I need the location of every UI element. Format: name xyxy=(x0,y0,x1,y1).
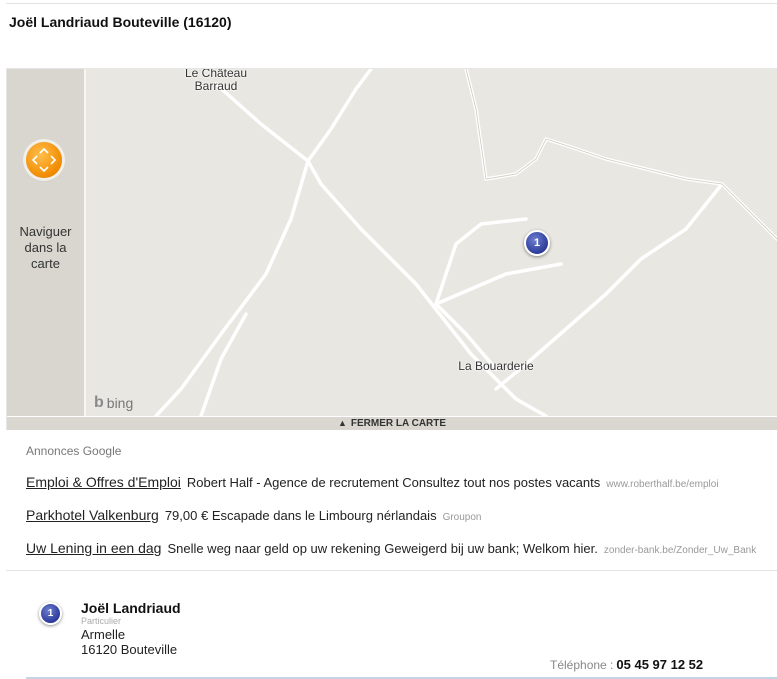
bing-logo-icon[interactable]: b bing xyxy=(94,394,133,412)
result-address-line: Armelle xyxy=(81,627,126,642)
nav-label-line: dans la xyxy=(24,240,67,255)
map-nav-label[interactable]: Naviguer dans la carte xyxy=(7,224,84,272)
ad-link[interactable]: Emploi & Offres d'Emploi xyxy=(26,474,181,490)
bing-logo-text: bing xyxy=(106,395,134,411)
map-view[interactable]: Le Château Barraud La Bouarderie b bing … xyxy=(86,69,777,416)
result-marker-icon: 1 xyxy=(39,602,62,625)
nav-label-line: Naviguer xyxy=(19,224,72,239)
result-phone: Téléphone :05 45 97 12 52 xyxy=(550,657,703,672)
map-roads xyxy=(154,69,777,416)
ad-url: Groupon xyxy=(442,512,482,523)
ad-link[interactable]: Uw Lening in een dag xyxy=(26,540,161,556)
result-name[interactable]: Joël Landriaud xyxy=(81,600,181,616)
top-divider xyxy=(6,3,777,4)
place-label-la-bouarderie: La Bouarderie xyxy=(458,359,534,373)
pan-arrows-icon[interactable] xyxy=(26,142,62,178)
close-map-label: FERMER LA CARTE xyxy=(350,418,447,429)
close-map-button[interactable]: ▲ FERMER LA CARTE xyxy=(7,417,777,430)
map-marker-icon[interactable]: 1 xyxy=(524,230,550,256)
ad-description: Robert Half - Agence de recrutement Cons… xyxy=(186,475,601,490)
page-title: Joël Landriaud Bouteville (16120) xyxy=(9,14,232,30)
result-city-line: 16120 Bouteville xyxy=(81,642,178,657)
place-label-le-chateau-barraud: Le Château Barraud xyxy=(176,69,256,93)
ad-description: 79,00 € Escapade dans le Limbourg nérlan… xyxy=(164,508,437,523)
place-label-line: Barraud xyxy=(194,79,238,93)
triangle-up-icon: ▲ xyxy=(337,418,347,428)
ad-item: Uw Lening in een dag Snelle weg naar geld… xyxy=(26,540,756,558)
bing-b-glyph: b xyxy=(94,394,104,411)
ad-url: www.roberthalf.be/emploi xyxy=(606,479,719,490)
ad-item: Emploi & Offres d'Emploi Robert Half - Ag… xyxy=(26,474,719,492)
ads-heading: Annonces Google xyxy=(26,444,122,458)
phone-number[interactable]: 05 45 97 12 52 xyxy=(616,657,703,672)
phone-label: Téléphone : xyxy=(550,658,614,672)
result-type: Particulier xyxy=(81,616,122,626)
map-nav-panel: Naviguer dans la carte xyxy=(7,69,86,416)
section-divider xyxy=(6,570,777,571)
ad-item: Parkhotel Valkenburg 79,00 € Escapade dan… xyxy=(26,507,482,525)
ad-description: Snelle weg naar geld op uw rekening Gewe… xyxy=(167,541,598,556)
ad-url: zonder-bank.be/Zonder_Uw_Bank xyxy=(603,545,757,556)
nav-label-line: carte xyxy=(31,256,60,271)
ad-link[interactable]: Parkhotel Valkenburg xyxy=(26,507,159,523)
